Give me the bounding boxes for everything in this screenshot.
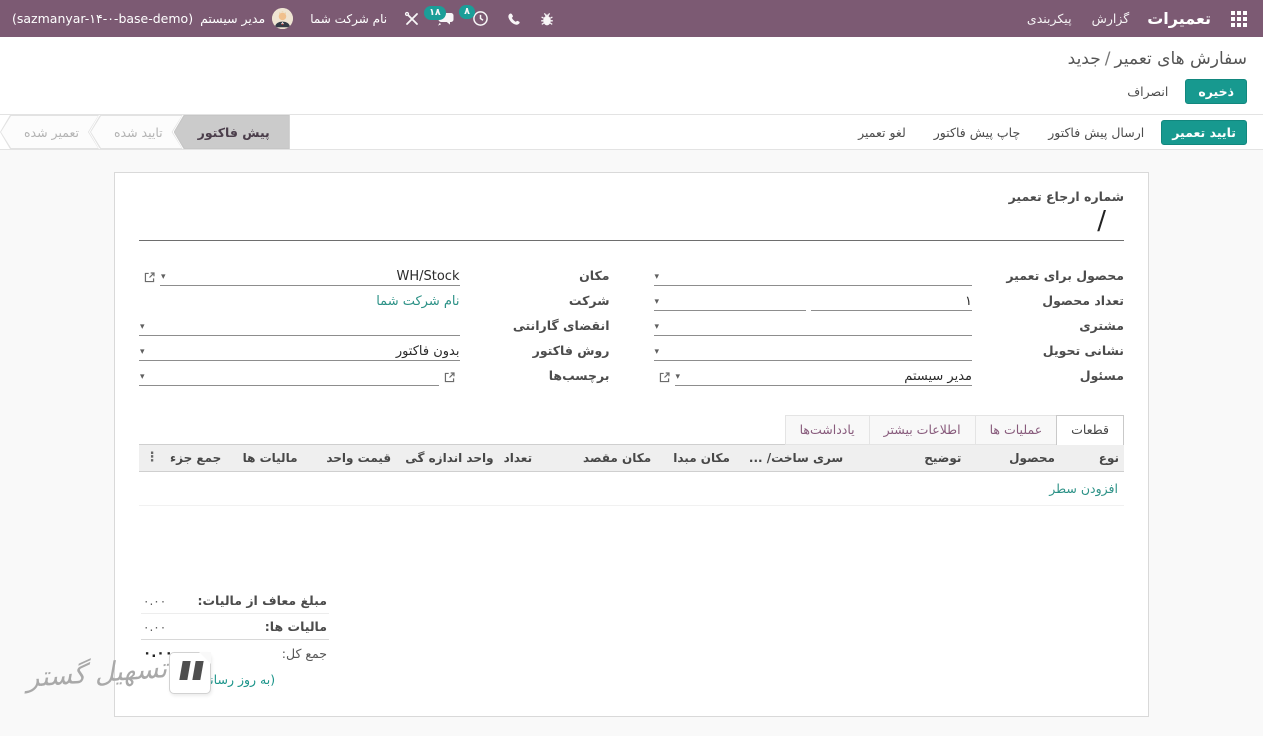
chevron-down-icon[interactable]: ▾ — [654, 297, 662, 309]
add-line-link[interactable]: افزودن سطر — [1043, 472, 1124, 505]
company-value-link[interactable]: نام شرکت شما — [139, 294, 459, 311]
parts-table-header: نوع محصول توضیح سری ساخت/ ... مکان مبدا … — [139, 444, 1124, 472]
activities-badge: ۸ — [459, 5, 475, 19]
untaxed-amount-label: مبلغ معاف از مالیات: — [197, 593, 327, 608]
send-quotation-button[interactable]: ارسال پیش فاکتور — [1037, 120, 1155, 145]
taxes-value: ۰.۰۰ — [143, 619, 167, 634]
col-description: توضیح — [924, 451, 962, 465]
notebook-tabs: قطعات عملیات ها اطلاعات بیشتر یادداشت‌ها — [139, 415, 1124, 445]
col-taxes: مالیات ها — [242, 451, 298, 465]
chevron-down-icon[interactable]: ▾ — [139, 372, 147, 384]
field-invoice-method: روش فاکتور بدون فاکتور ▾ — [139, 336, 610, 361]
tags-input[interactable]: ▾ — [139, 365, 439, 386]
totals-block: مبلغ معاف از مالیات: ۰.۰۰ مالیات ها: ۰.۰… — [141, 588, 329, 687]
menu-configuration[interactable]: پیکربندی — [1025, 1, 1074, 36]
uom-input[interactable]: ▾ — [653, 290, 807, 311]
invoice-method-select[interactable]: بدون فاکتور ▾ — [139, 340, 460, 361]
tab-parts[interactable]: قطعات — [1056, 415, 1124, 445]
top-navbar: تعمیرات گزارش پیکربندی ۸ ۱۸ نام شرکت شما… — [0, 0, 1263, 37]
col-unit-price: قیمت واحد — [326, 451, 392, 465]
field-location: مکان WH/Stock ▾ — [139, 261, 610, 286]
stage-quotation[interactable]: پیش فاکتور — [173, 115, 290, 149]
col-source-location: مکان مبدا — [673, 451, 730, 465]
col-uom: واحد اندازه گی... — [405, 451, 494, 465]
breadcrumb-separator: / — [1104, 49, 1111, 69]
chevron-down-icon[interactable]: ▾ — [139, 322, 147, 334]
menu-report[interactable]: گزارش — [1090, 1, 1132, 36]
field-warranty-expiration: انقضای گارانتی ▾ — [139, 311, 610, 336]
reference-value[interactable]: / — [139, 204, 1124, 240]
untaxed-amount-value: ۰.۰۰ — [143, 593, 167, 608]
col-dest-location: مکان مقصد — [583, 451, 652, 465]
parts-table-body: افزودن سطر — [139, 472, 1124, 506]
user-menu[interactable]: مدیر سیستم (sazmanyar-۱۴-۰-base-demo) — [12, 8, 294, 29]
breadcrumb: سفارش های تعمیر/جدید — [16, 45, 1247, 71]
customer-input[interactable]: ▾ — [653, 315, 972, 336]
discard-button[interactable]: انصراف — [1114, 79, 1181, 104]
stage-repaired[interactable]: تعمیر شده — [0, 115, 99, 149]
control-panel: سفارش های تعمیر/جدید ذخیره انصراف — [0, 37, 1263, 114]
reference-label: شماره ارجاع تعمیر — [1008, 189, 1124, 204]
chevron-down-icon[interactable]: ▾ — [654, 322, 662, 334]
external-link-icon[interactable] — [439, 371, 460, 386]
stage-confirmed[interactable]: تایید شده — [90, 115, 183, 149]
tab-operations[interactable]: عملیات ها — [974, 415, 1058, 445]
recompute-taxes-link[interactable]: (به روز رسانی) — [141, 672, 329, 687]
chevron-down-icon[interactable]: ▾ — [654, 347, 662, 359]
user-avatar — [272, 8, 294, 29]
col-product: محصول — [1009, 451, 1055, 465]
save-button[interactable]: ذخیره — [1185, 79, 1247, 104]
chevron-down-icon[interactable]: ▾ — [654, 272, 662, 284]
taxes-label: مالیات ها: — [264, 619, 327, 634]
location-input[interactable]: WH/Stock ▾ — [160, 265, 460, 286]
field-product-to-repair: محصول برای تعمیر ▾ — [653, 261, 1124, 286]
breadcrumb-current: جدید — [1067, 49, 1101, 69]
field-delivery-address: نشانی تحویل ▾ — [653, 336, 1124, 361]
messages-chat-icon[interactable]: ۱۸ — [424, 5, 455, 27]
messages-badge: ۱۸ — [424, 5, 446, 20]
confirm-repair-button[interactable]: تایید تعمیر — [1161, 119, 1247, 145]
field-responsible: مسئول مدیر سیستم ▾ — [654, 361, 1124, 386]
total-value: ۰.۰۰ — [143, 645, 173, 661]
database-name: (sazmanyar-۱۴-۰-base-demo) — [12, 11, 194, 26]
stage-pipeline: پیش فاکتور تایید شده تعمیر شده — [0, 115, 290, 149]
activities-clock-icon[interactable]: ۸ — [459, 5, 489, 27]
tab-extra-info[interactable]: اطلاعات بیشتر — [868, 415, 976, 445]
col-type: نوع — [1098, 451, 1119, 465]
print-quotation-button[interactable]: چاپ پیش فاکتور — [923, 120, 1031, 145]
total-label: جمع کل: — [281, 645, 327, 661]
responsible-input[interactable]: مدیر سیستم ▾ — [674, 365, 972, 386]
col-quantity: تعداد — [503, 451, 533, 465]
warranty-expiration-input[interactable]: ▾ — [139, 315, 460, 336]
cancel-repair-button[interactable]: لغو تعمیر — [847, 120, 917, 145]
product-qty-input[interactable]: ۱ — [811, 290, 972, 311]
column-options-kebab-icon[interactable]: ⋮ — [139, 445, 165, 471]
form-sheet: شماره ارجاع تعمیر / محصول برای تعمیر ▾ ت… — [114, 172, 1149, 717]
chevron-down-icon[interactable]: ▾ — [139, 347, 147, 359]
field-company: شرکت نام شرکت شما — [139, 286, 609, 311]
breadcrumb-parent[interactable]: سفارش های تعمیر — [1114, 49, 1247, 69]
chevron-down-icon[interactable]: ▾ — [675, 372, 683, 384]
delivery-address-input[interactable]: ▾ — [653, 340, 972, 361]
col-lot-serial: سری ساخت/ ... — [748, 451, 844, 465]
field-product-qty: تعداد محصول ۱ ▾ — [653, 286, 1124, 311]
reference-underline — [139, 240, 1124, 241]
chevron-down-icon[interactable]: ▾ — [160, 272, 168, 284]
field-customer: مشتری ▾ — [653, 311, 1124, 336]
debug-bug-icon[interactable] — [539, 11, 555, 27]
apps-menu-icon[interactable] — [1227, 7, 1251, 31]
external-link-icon[interactable] — [139, 271, 160, 286]
col-subtotal: جمع جزء — [170, 451, 222, 465]
company-switcher[interactable]: نام شرکت شما — [310, 12, 387, 26]
statusbar: تایید تعمیر ارسال پیش فاکتور چاپ پیش فاک… — [0, 114, 1263, 150]
product-to-repair-input[interactable]: ▾ — [653, 265, 972, 286]
external-link-icon[interactable] — [654, 371, 675, 386]
field-tags: برچسب‌ها ▾ — [139, 361, 610, 386]
tab-notes[interactable]: یادداشت‌ها — [784, 415, 870, 445]
user-name: مدیر سیستم — [200, 11, 266, 26]
tools-icon[interactable] — [404, 11, 420, 27]
app-title[interactable]: تعمیرات — [1147, 9, 1211, 28]
phone-icon[interactable] — [506, 11, 522, 27]
